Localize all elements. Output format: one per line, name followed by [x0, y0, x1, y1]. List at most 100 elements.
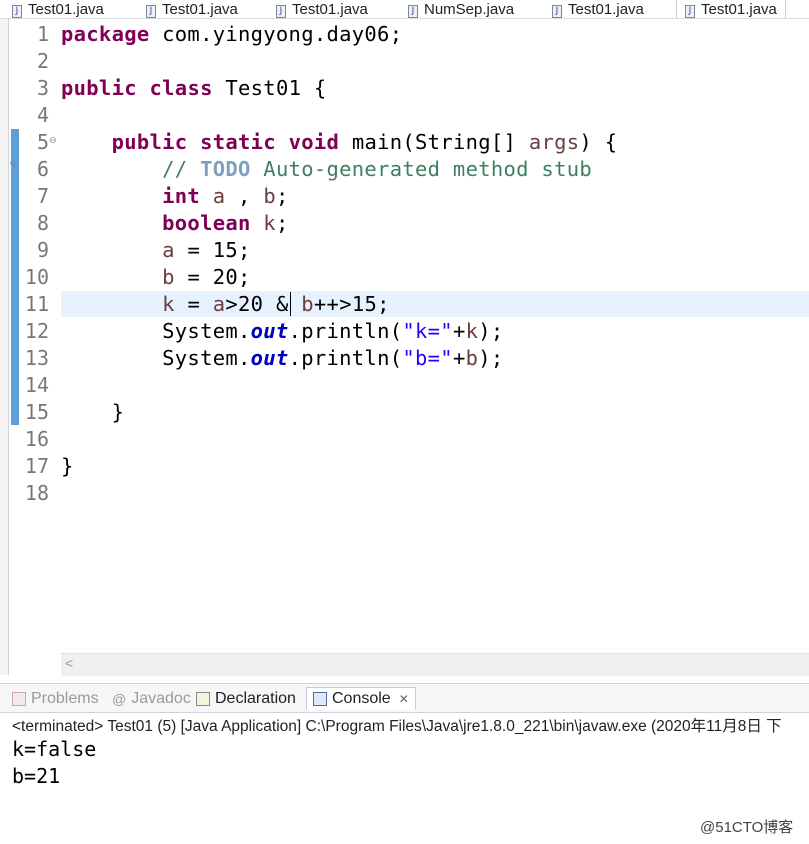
code-fragment: }	[61, 454, 74, 478]
code-text: public static void main(String[] args) {	[61, 129, 617, 156]
line-number: 9	[36, 238, 49, 262]
variable: args	[528, 130, 580, 154]
tab-console[interactable]: Console ✕	[306, 687, 416, 710]
code-text: int a , b;	[61, 183, 289, 210]
code-text: a = 15;	[61, 237, 251, 264]
editor-tab[interactable]: J Test01.java	[552, 0, 644, 18]
variable: a	[162, 238, 175, 262]
tab-label: Declaration	[215, 690, 296, 707]
line-number: 13	[24, 346, 49, 370]
code-fragment: main(String[]	[339, 130, 529, 154]
code-line-3: 3 public class Test01 {	[9, 75, 809, 102]
editor-tab[interactable]: J Test01.java	[12, 0, 104, 18]
line-number: 12	[24, 319, 49, 343]
line-number: 17	[24, 454, 49, 478]
code-line-15: 15 }	[9, 399, 809, 426]
line-number: 3	[36, 76, 49, 100]
code-fragment: ++>15;	[313, 292, 390, 316]
code-line-4: 4	[9, 102, 809, 129]
keyword: class	[149, 76, 213, 100]
code-line-14: 14	[9, 372, 809, 399]
comment: Auto-generated method stub	[250, 157, 592, 181]
keyword: void	[288, 130, 340, 154]
comment: //	[162, 157, 201, 181]
line-number: 18	[24, 481, 49, 505]
editor-tab[interactable]: J Test01.java	[276, 0, 368, 18]
text-caret	[290, 292, 291, 316]
code-fragment: = 15;	[174, 238, 251, 262]
editor-tab-label: Test01.java	[701, 1, 777, 18]
code-fragment: = 20;	[174, 265, 251, 289]
code-fragment: System.	[162, 346, 251, 370]
editor-tab-label: Test01.java	[292, 1, 368, 18]
close-icon[interactable]: ✕	[399, 688, 409, 710]
code-fragment: ;	[275, 211, 289, 235]
line-number: 10	[24, 265, 49, 289]
java-file-icon: J	[276, 5, 286, 18]
variable: b	[263, 184, 276, 208]
line-number: 8	[36, 211, 49, 235]
variable: b	[301, 292, 314, 316]
line-number: 15	[24, 400, 49, 424]
editor-tab-label: Test01.java	[162, 1, 238, 18]
code-fragment: );	[478, 319, 504, 343]
editor-tab-active[interactable]: J Test01.java	[676, 0, 786, 18]
java-file-icon: J	[408, 5, 418, 18]
code-line-1: 1 package com.yingyong.day06;	[9, 21, 809, 48]
variable: k	[263, 211, 276, 235]
tab-problems[interactable]: Problems	[12, 688, 99, 710]
editor-tab-bar: J Test01.java J Test01.java J Test01.jav…	[0, 0, 809, 19]
string-literal: "k="	[402, 319, 453, 343]
variable: k	[162, 292, 175, 316]
panel-tab-bar: Problems @ Javadoc Declaration Console ✕	[0, 683, 809, 713]
code-text: System.out.println("b="+b);	[61, 345, 504, 372]
tab-declaration[interactable]: Declaration	[196, 688, 296, 710]
editor-left-margin	[0, 19, 8, 675]
code-line-2: 2	[9, 48, 809, 75]
code-fragment: );	[478, 346, 504, 370]
tab-label: Problems	[31, 690, 99, 707]
variable: k	[465, 319, 479, 343]
console-output-line: k=false	[12, 737, 97, 761]
code-line-11: 11 k = a>20 & b++>15;	[9, 291, 809, 318]
code-line-10: 10 b = 20;	[9, 264, 809, 291]
code-fragment: com.yingyong.day06;	[149, 22, 403, 46]
code-text: public class Test01 {	[61, 75, 327, 102]
keyword: package	[61, 22, 150, 46]
code-fragment: Test01 {	[212, 76, 327, 100]
editor-tab-label: Test01.java	[28, 1, 104, 18]
editor-tab-label: NumSep.java	[424, 1, 515, 18]
editor-tab[interactable]: J Test01.java	[146, 0, 238, 18]
console-icon	[313, 692, 327, 706]
line-number: 2	[36, 49, 49, 73]
line-number: 1	[36, 22, 49, 46]
java-file-icon: J	[12, 5, 22, 18]
declaration-icon	[196, 692, 210, 706]
variable: a	[212, 292, 226, 316]
code-text: b = 20;	[61, 264, 251, 291]
java-file-icon: J	[146, 5, 156, 18]
code-fragment: =	[174, 292, 213, 316]
code-editor[interactable]: ✎ 1 package com.yingyong.day06; 2 3 publ…	[8, 19, 809, 676]
code-text: k = a>20 & b++>15;	[61, 291, 390, 318]
keyword: int	[162, 184, 201, 208]
keyword: boolean	[162, 211, 251, 235]
console-output-line: b=21	[12, 764, 61, 788]
code-line-7: 7 int a , b;	[9, 183, 809, 210]
code-line-8: 8 boolean k;	[9, 210, 809, 237]
javadoc-at-icon: @	[112, 691, 127, 707]
java-file-icon: J	[685, 5, 695, 18]
code-text: }	[61, 399, 124, 426]
todo-tag: TODO	[200, 157, 251, 181]
fold-collapse-icon[interactable]: ⊖	[49, 129, 57, 151]
code-line-5: 5 ⊖ public static void main(String[] arg…	[9, 129, 809, 156]
tab-javadoc[interactable]: @ Javadoc	[112, 688, 191, 710]
code-line-16: 16	[9, 426, 809, 453]
editor-tab[interactable]: J NumSep.java	[408, 0, 514, 18]
variable: b	[465, 346, 479, 370]
horizontal-scrollbar[interactable]: <	[61, 653, 809, 676]
editor-tab-label: Test01.java	[568, 1, 644, 18]
code-line-13: 13 System.out.println("b="+b);	[9, 345, 809, 372]
scroll-left-arrow-icon[interactable]: <	[65, 655, 73, 671]
keyword: public	[111, 130, 188, 154]
